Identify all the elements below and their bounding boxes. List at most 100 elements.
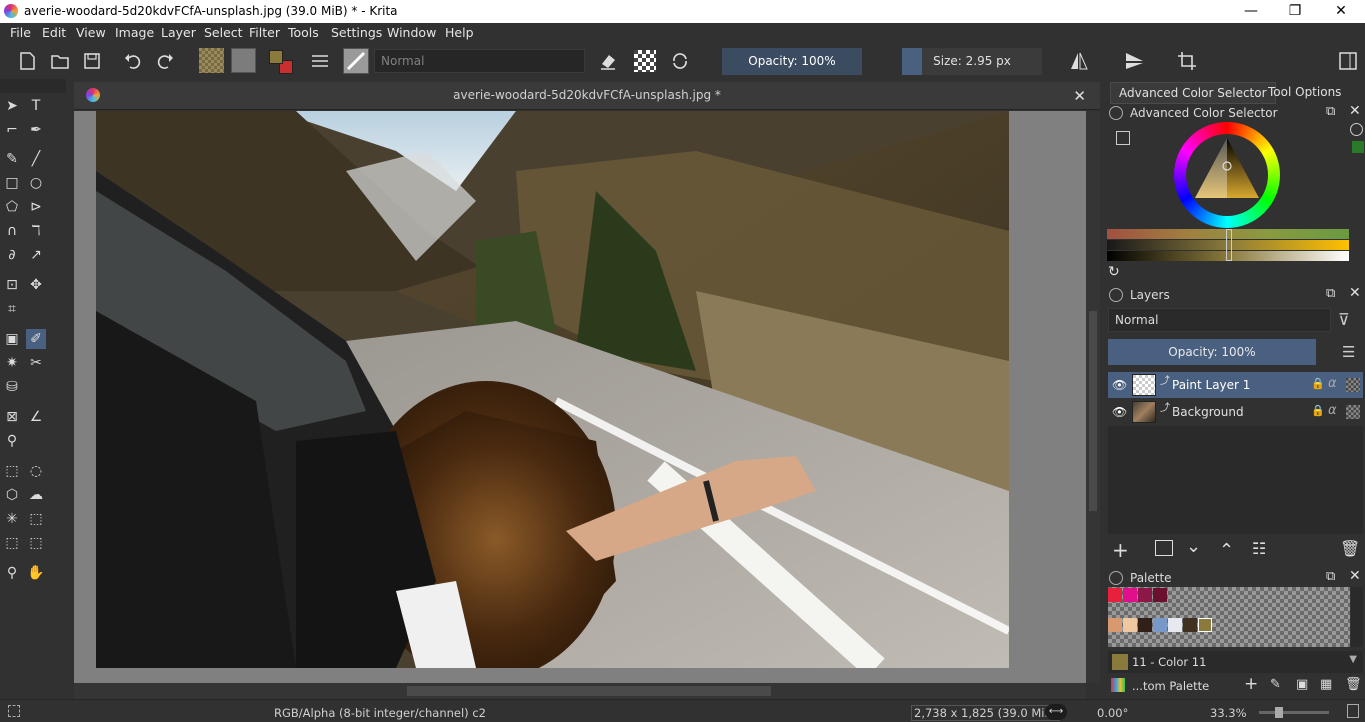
menu-file[interactable]: File bbox=[10, 25, 31, 40]
inherit-alpha-icon[interactable] bbox=[1346, 378, 1360, 392]
pattern-preset-icon[interactable] bbox=[231, 48, 256, 73]
measure-tool-icon[interactable]: ∠ bbox=[26, 407, 46, 427]
move-tool-icon[interactable]: ✥ bbox=[26, 275, 46, 295]
layer-blend-mode-combo[interactable]: Normal bbox=[1108, 308, 1331, 332]
color-picker-tool-icon[interactable]: ✐ bbox=[26, 329, 46, 349]
horizontal-scroll-thumb[interactable] bbox=[407, 686, 771, 696]
crop-tool-icon[interactable]: ⌗ bbox=[2, 299, 22, 319]
layer-lock-icon[interactable]: 🔒 bbox=[1311, 404, 1325, 417]
docker-layout-icon[interactable] bbox=[1337, 50, 1359, 72]
document-tab[interactable]: averie-woodard-5d20kdvFCfA-unsplash.jpg … bbox=[74, 82, 1100, 110]
delete-swatch-icon[interactable]: 🗑 bbox=[1345, 677, 1362, 692]
float-docker-icon[interactable]: ⧉ bbox=[1326, 104, 1335, 119]
fg-bg-color-icon[interactable] bbox=[267, 48, 295, 76]
palette-grid-icon[interactable]: ▦ bbox=[1320, 677, 1332, 692]
freehand-path-tool-icon[interactable]: ℸ bbox=[26, 221, 46, 241]
magnetic-selection-icon[interactable]: ⬚ bbox=[26, 533, 46, 553]
transform-tool-icon[interactable]: ⊡ bbox=[2, 275, 22, 295]
layer-options-menu-icon[interactable]: ☰ bbox=[1342, 343, 1355, 361]
gradient-preset-icon[interactable] bbox=[199, 48, 224, 73]
palette-swatch[interactable] bbox=[1153, 588, 1167, 602]
redo-icon[interactable] bbox=[154, 50, 176, 72]
add-layer-icon[interactable]: + bbox=[1112, 538, 1129, 562]
color-selector-settings-icon[interactable] bbox=[1116, 131, 1130, 145]
saturation-value-triangle[interactable] bbox=[1187, 130, 1267, 210]
palette-swatch[interactable] bbox=[1138, 618, 1152, 632]
fill-tool-icon[interactable]: ⛁ bbox=[2, 377, 22, 397]
float-palette-docker-icon[interactable]: ⧉ bbox=[1326, 569, 1335, 584]
elliptical-selection-icon[interactable]: ◌ bbox=[26, 461, 46, 481]
layer-visibility-icon[interactable]: 👁 bbox=[1112, 405, 1127, 419]
palette-swatch[interactable] bbox=[1168, 618, 1182, 632]
layer-row-paint-layer-1[interactable]: 👁 ⤴ Paint Layer 1 🔒 α bbox=[1108, 372, 1363, 398]
layer-properties-icon[interactable]: ☷ bbox=[1252, 539, 1266, 558]
menu-edit[interactable]: Edit bbox=[42, 25, 66, 40]
inherit-alpha-icon[interactable] bbox=[1346, 405, 1360, 419]
zoom-slider[interactable] bbox=[1259, 707, 1329, 718]
menu-select[interactable]: Select bbox=[204, 25, 243, 40]
palette-swatch[interactable] bbox=[1183, 618, 1197, 632]
tab-advanced-color-selector[interactable]: Advanced Color Selector bbox=[1110, 82, 1276, 104]
bezier-tool-icon[interactable]: ∩ bbox=[2, 221, 22, 241]
lock-palette-docker-icon[interactable] bbox=[1109, 571, 1123, 585]
contiguous-selection-icon[interactable]: ✳ bbox=[2, 509, 22, 529]
tab-tool-options[interactable]: Tool Options bbox=[1260, 82, 1349, 104]
text-tool-icon[interactable]: T bbox=[26, 96, 46, 116]
wrap-around-icon[interactable] bbox=[1176, 50, 1198, 72]
pan-tool-icon[interactable]: ✋ bbox=[26, 563, 46, 583]
rotation-icon[interactable]: ⟷ bbox=[1045, 704, 1067, 720]
palette-swatch-selected[interactable] bbox=[1198, 618, 1212, 632]
layer-name[interactable]: Background bbox=[1172, 405, 1244, 419]
reference-tool-icon[interactable]: ⚲ bbox=[2, 431, 22, 451]
zoom-slider-handle[interactable] bbox=[1275, 707, 1283, 718]
vertical-scroll-thumb[interactable] bbox=[1089, 311, 1097, 511]
freehand-brush-tool-icon[interactable]: ✎ bbox=[2, 149, 22, 169]
edit-swatch-icon[interactable]: ✎ bbox=[1270, 677, 1281, 692]
palette-swatch[interactable] bbox=[1108, 618, 1122, 632]
recent-color-swatch[interactable] bbox=[1352, 141, 1364, 153]
close-window-button[interactable]: ✕ bbox=[1331, 2, 1351, 20]
lock-docker-icon[interactable] bbox=[1109, 106, 1123, 120]
horizontal-scrollbar[interactable] bbox=[74, 683, 1086, 699]
alpha-lock-icon[interactable]: α bbox=[1328, 376, 1337, 391]
similar-selection-icon[interactable]: ⬚ bbox=[26, 509, 46, 529]
brush-preset-icon[interactable] bbox=[343, 48, 369, 74]
layer-filter-icon[interactable]: ⊽ bbox=[1338, 310, 1350, 329]
polygonal-selection-icon[interactable]: ⬡ bbox=[2, 485, 22, 505]
close-document-button[interactable]: ✕ bbox=[1073, 87, 1086, 105]
dynamic-brush-tool-icon[interactable]: ∂ bbox=[2, 245, 22, 265]
gradient-tool-icon[interactable]: ▣ bbox=[2, 329, 22, 349]
line-tool-icon[interactable]: ╱ bbox=[26, 149, 46, 169]
close-layers-docker-icon[interactable]: ✕ bbox=[1349, 285, 1361, 301]
hue-ring[interactable] bbox=[1174, 122, 1280, 228]
open-document-icon[interactable] bbox=[49, 50, 71, 72]
palette-swatch[interactable] bbox=[1123, 618, 1137, 632]
menu-view[interactable]: View bbox=[76, 25, 106, 40]
close-docker-icon[interactable]: ✕ bbox=[1349, 103, 1361, 119]
select-shapes-tool-icon[interactable]: ➤ bbox=[2, 96, 22, 116]
add-swatch-icon[interactable]: + bbox=[1244, 674, 1258, 694]
colorize-mask-tool-icon[interactable]: ✂ bbox=[26, 353, 46, 373]
undo-icon[interactable] bbox=[122, 50, 144, 72]
save-palette-icon[interactable]: ▣ bbox=[1296, 677, 1308, 692]
assistant-tool-icon[interactable]: ⊠ bbox=[2, 407, 22, 427]
float-layers-docker-icon[interactable]: ⧉ bbox=[1326, 286, 1335, 301]
layer-opacity-slider[interactable]: Opacity: 100% bbox=[1108, 339, 1316, 365]
menu-help[interactable]: Help bbox=[445, 25, 474, 40]
preserve-alpha-icon[interactable] bbox=[634, 50, 656, 72]
layer-visibility-icon[interactable]: 👁 bbox=[1112, 378, 1127, 392]
menu-tools[interactable]: Tools bbox=[288, 25, 319, 40]
calligraphy-tool-icon[interactable]: ✒ bbox=[26, 120, 46, 140]
eraser-icon[interactable] bbox=[597, 50, 619, 72]
mirror-vertical-icon[interactable] bbox=[1123, 50, 1145, 72]
polyline-tool-icon[interactable]: ⊳ bbox=[26, 197, 46, 217]
menu-image[interactable]: Image bbox=[115, 25, 154, 40]
move-layer-down-icon[interactable]: ⌄ bbox=[1186, 536, 1201, 557]
save-icon[interactable] bbox=[81, 50, 103, 72]
freehand-selection-icon[interactable]: ☁ bbox=[26, 485, 46, 505]
refresh-colors-icon[interactable]: ↻ bbox=[1108, 264, 1120, 280]
close-palette-docker-icon[interactable]: ✕ bbox=[1349, 568, 1361, 584]
lock-layers-docker-icon[interactable] bbox=[1109, 288, 1123, 302]
blend-mode-combo[interactable]: Normal bbox=[374, 49, 585, 73]
move-layer-up-icon[interactable]: ⌃ bbox=[1219, 540, 1234, 561]
